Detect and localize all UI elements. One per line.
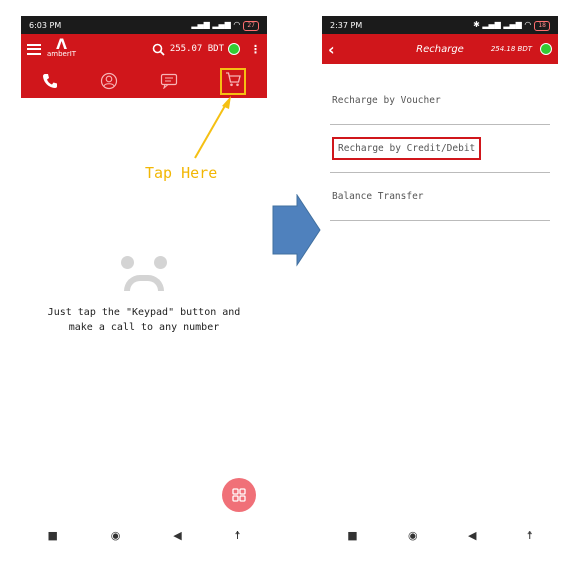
home-icon[interactable]: ◉: [111, 529, 121, 542]
battery-icon: 27: [243, 20, 259, 31]
system-nav-bar: ■ ◉ ◀ ☨: [322, 520, 558, 550]
app-header: Λ amberIT 255.07 BDT ⋮: [21, 34, 267, 98]
tap-here-label: Tap Here: [145, 164, 218, 182]
empty-state-message: Just tap the "Keypad" button and make a …: [47, 307, 241, 333]
status-icons: ▂▄▆ ▂▄▆ ◠ 27: [191, 20, 259, 31]
page-title: Recharge: [416, 43, 464, 55]
menu-item-voucher[interactable]: Recharge by Voucher: [330, 77, 550, 125]
balance-area: 255.07 BDT: [152, 43, 240, 56]
phone-screen-recharge: 2:37 PM ✱ ▂▄▆ ▂▄▆ ◠ 18 ‹ Recharge 254.18 …: [322, 16, 558, 550]
status-bar: 2:37 PM ✱ ▂▄▆ ▂▄▆ ◠ 18: [322, 16, 558, 34]
recents-icon[interactable]: ■: [347, 529, 357, 542]
phone-screen-home: 6:03 PM ▂▄▆ ▂▄▆ ◠ 27 Λ amberIT 255.07 BDT…: [21, 16, 267, 550]
cart-icon: [226, 71, 241, 86]
system-nav-bar: ■ ◉ ◀ ☨: [21, 520, 267, 550]
home-icon[interactable]: ◉: [408, 529, 418, 542]
menu-item-label: Recharge by Voucher: [332, 95, 441, 106]
menu-item-label: Recharge by Credit/Debit: [332, 137, 482, 160]
phone-icon[interactable]: [42, 73, 58, 89]
menu-item-credit-debit[interactable]: Recharge by Credit/Debit: [330, 125, 550, 173]
status-bar: 6:03 PM ▂▄▆ ▂▄▆ ◠ 27: [21, 16, 267, 34]
accessibility-icon[interactable]: ☨: [235, 529, 241, 542]
recharge-cart-button[interactable]: [220, 67, 246, 95]
balance-text: 255.07 BDT: [169, 44, 224, 54]
back-arrow-icon[interactable]: ‹: [328, 40, 335, 59]
back-icon[interactable]: ◀: [468, 529, 476, 542]
status-time: 6:03 PM: [29, 20, 62, 30]
status-icons: ✱ ▂▄▆ ▂▄▆ ◠ 18: [473, 20, 550, 31]
app-header: ‹ Recharge 254.18 BDT: [322, 34, 558, 64]
keypad-icon: [232, 488, 246, 502]
search-icon[interactable]: [152, 43, 165, 56]
back-icon[interactable]: ◀: [173, 529, 181, 542]
menu-icon[interactable]: [27, 43, 41, 55]
online-status-dot: [228, 43, 240, 55]
app-logo: Λ amberIT: [47, 37, 77, 58]
transition-arrow: [272, 194, 321, 267]
menu-item-label: Balance Transfer: [332, 191, 424, 202]
more-options-icon[interactable]: ⋮: [250, 43, 261, 56]
sad-face-icon: [21, 256, 267, 269]
recents-icon[interactable]: ■: [47, 529, 57, 542]
contacts-icon[interactable]: [100, 72, 118, 90]
logo-text: amberIT: [47, 50, 77, 58]
menu-item-balance-transfer[interactable]: Balance Transfer: [330, 173, 550, 221]
messages-icon[interactable]: [160, 73, 178, 89]
battery-icon: 18: [534, 20, 550, 31]
recharge-menu: Recharge by Voucher Recharge by Credit/D…: [322, 64, 558, 221]
accessibility-icon[interactable]: ☨: [527, 529, 533, 542]
status-time: 2:37 PM: [330, 20, 363, 30]
tab-bar: [21, 64, 267, 98]
empty-state: Just tap the "Keypad" button and make a …: [21, 256, 267, 335]
keypad-button[interactable]: [222, 478, 256, 512]
